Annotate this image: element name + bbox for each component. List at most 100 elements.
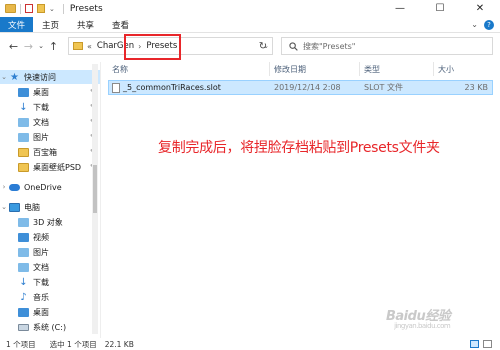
sidebar-item-label: 系统 (C:) xyxy=(33,322,67,332)
address-row: « CharGen › Presets ⌄ ↻ 搜索"Presets" xyxy=(0,33,500,59)
desktop-icon xyxy=(18,87,29,97)
sidebar-item-label: 快速访问 xyxy=(24,72,56,82)
sidebar-item-label: 图片 xyxy=(33,132,49,142)
column-header-modified[interactable]: 修改日期 xyxy=(270,62,360,76)
column-header-type[interactable]: 类型 xyxy=(360,62,434,76)
sidebar-item-label: 百宝箱 xyxy=(33,147,57,157)
drive-icon xyxy=(18,323,29,331)
folder-icon xyxy=(18,147,29,157)
column-header-name[interactable]: 名称 xyxy=(108,62,270,76)
sidebar-item-wallpaper-psd[interactable]: 桌面壁纸PSD ✎ xyxy=(0,160,100,174)
computer-icon xyxy=(9,202,20,212)
sidebar-item-label: 视频 xyxy=(33,232,49,242)
sidebar-item-label: 电脑 xyxy=(24,202,40,212)
tab-file[interactable]: 文件 xyxy=(0,17,34,32)
column-header-size[interactable]: 大小 xyxy=(434,62,489,76)
properties-icon[interactable] xyxy=(25,4,33,13)
close-button[interactable]: ✕ xyxy=(460,0,500,17)
sidebar-item-label: 下载 xyxy=(33,277,49,287)
divider xyxy=(20,3,21,14)
3d-objects-icon xyxy=(18,217,29,227)
sidebar-item-desktop-pc[interactable]: 桌面 xyxy=(0,305,100,319)
sidebar-item-documents[interactable]: 文档 ✎ xyxy=(0,115,100,129)
search-placeholder: 搜索"Presets" xyxy=(303,41,356,51)
sidebar-item-treasure-box[interactable]: 百宝箱 ✎ xyxy=(0,145,100,159)
sidebar-item-pictures[interactable]: 图片 ✎ xyxy=(0,130,100,144)
videos-icon xyxy=(18,232,29,242)
maximize-button[interactable]: ☐ xyxy=(420,0,460,17)
details-view-icon[interactable] xyxy=(470,340,479,348)
minimize-button[interactable]: — xyxy=(380,0,420,17)
folder-icon xyxy=(73,42,83,50)
sidebar-item-pictures-pc[interactable]: 图片 xyxy=(0,245,100,259)
tab-home[interactable]: 主页 xyxy=(33,17,68,32)
star-icon: ★ xyxy=(10,71,19,83)
pictures-icon xyxy=(18,247,29,257)
sidebar-item-system-c[interactable]: 系统 (C:) xyxy=(0,320,100,334)
sidebar-item-videos[interactable]: 视频 xyxy=(0,230,100,244)
ribbon-tabs: 文件 主页 共享 查看 ⌄ ? xyxy=(0,17,500,33)
refresh-button[interactable]: ↻ xyxy=(254,37,272,55)
sidebar-item-quick-access[interactable]: ⌄ ★ 快速访问 xyxy=(0,70,100,84)
status-size: 22.1 KB xyxy=(104,339,134,349)
download-icon: ↓ xyxy=(19,101,28,113)
search-icon xyxy=(286,41,300,51)
sidebar-item-documents-pc[interactable]: 文档 xyxy=(0,260,100,274)
download-icon: ↓ xyxy=(19,276,28,288)
expand-chevron-icon[interactable]: ⌄ xyxy=(0,73,8,81)
sidebar-item-onedrive[interactable]: › OneDrive xyxy=(0,180,100,194)
expand-chevron-icon[interactable]: ⌄ xyxy=(0,203,8,211)
pictures-icon xyxy=(18,132,29,142)
music-icon: ♪ xyxy=(20,291,27,303)
sidebar-scrollbar-thumb[interactable] xyxy=(93,165,97,213)
sidebar-item-downloads-pc[interactable]: ↓ 下载 xyxy=(0,275,100,289)
cloud-icon xyxy=(9,183,20,191)
sidebar-item-music[interactable]: ♪ 音乐 xyxy=(0,290,100,304)
sidebar-item-label: 音乐 xyxy=(33,292,49,302)
tab-view[interactable]: 查看 xyxy=(103,17,138,32)
sidebar-item-label: 文档 xyxy=(33,117,49,127)
expand-ribbon-icon[interactable]: ⌄ xyxy=(471,20,478,29)
sidebar-item-label: 文档 xyxy=(33,262,49,272)
help-icon[interactable]: ? xyxy=(484,19,494,30)
file-modified: 2019/12/14 2:08 xyxy=(274,83,341,92)
folder-icon xyxy=(5,4,16,13)
documents-icon xyxy=(18,262,29,272)
watermark-sub: jingyan.baidu.com xyxy=(394,322,451,330)
highlight-box xyxy=(124,34,181,60)
quick-access-toolbar-dropdown-icon[interactable]: ⌄ xyxy=(49,5,55,13)
large-icons-view-icon[interactable] xyxy=(483,340,492,348)
file-type: SLOT 文件 xyxy=(364,83,403,92)
column-headers: 名称 修改日期 类型 大小 xyxy=(104,62,493,76)
desktop-icon xyxy=(18,307,29,317)
file-name: _5_commonTriRaces.slot xyxy=(123,83,221,92)
file-size: 23 KB xyxy=(464,83,488,92)
status-selected: 选中 1 个项目 xyxy=(49,339,97,349)
navigation-pane: ⌄ ★ 快速访问 桌面 ✎ ↓ 下载 ✎ 文档 ✎ 图片 ✎ 百宝箱 ✎ 桌面壁… xyxy=(0,62,101,338)
view-switcher xyxy=(470,338,492,350)
folder-icon xyxy=(18,162,29,172)
status-item-count: 1 个项目 xyxy=(6,339,36,349)
sidebar-item-label: 3D 对象 xyxy=(33,217,63,227)
sidebar-item-desktop[interactable]: 桌面 ✎ xyxy=(0,85,100,99)
sidebar-item-label: 桌面 xyxy=(33,307,49,317)
sidebar-item-downloads[interactable]: ↓ 下载 ✎ xyxy=(0,100,100,114)
tab-share[interactable]: 共享 xyxy=(68,17,103,32)
watermark: Baidu经验 jingyan.baidu.com xyxy=(386,305,451,330)
sidebar-item-label: 图片 xyxy=(33,247,49,257)
new-folder-icon[interactable] xyxy=(37,4,45,13)
sidebar-item-label: 桌面 xyxy=(33,87,49,97)
table-row[interactable]: _5_commonTriRaces.slot 2019/12/14 2:08 S… xyxy=(108,80,493,95)
search-box[interactable]: 搜索"Presets" xyxy=(281,37,493,55)
sidebar-item-label: 下载 xyxy=(33,102,49,112)
ribbon-right-controls: ⌄ ? xyxy=(471,17,500,32)
file-icon xyxy=(112,82,120,93)
overflow-chevron-icon[interactable]: « xyxy=(87,42,92,51)
window-title: Presets xyxy=(69,3,103,14)
sidebar-item-label: 桌面壁纸PSD xyxy=(33,162,82,172)
expand-chevron-icon[interactable]: › xyxy=(0,183,8,191)
file-name-cell: _5_commonTriRaces.slot xyxy=(112,81,221,94)
sidebar-item-3d-objects[interactable]: 3D 对象 xyxy=(0,215,100,229)
sidebar-item-label: OneDrive xyxy=(24,182,62,192)
sidebar-item-this-pc[interactable]: ⌄ 电脑 xyxy=(0,200,100,214)
